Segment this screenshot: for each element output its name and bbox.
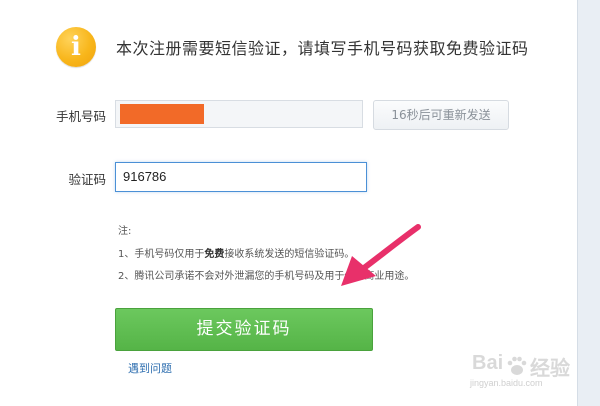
watermark-brand-cn: 经验 (530, 358, 570, 380)
baidu-watermark: Bai 经验 jingyan.baidu.com (470, 352, 582, 396)
watermark-url: jingyan.baidu.com (470, 378, 543, 388)
watermark-brand: Bai (472, 352, 504, 374)
paw-icon (507, 356, 527, 375)
annotation-arrow (341, 224, 421, 286)
